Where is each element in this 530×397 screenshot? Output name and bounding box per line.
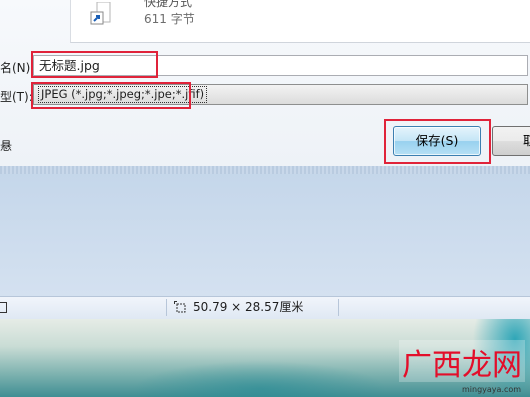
cursor-position-icon [0, 302, 7, 313]
image-size-text: 50.79 × 28.57厘米 [193, 300, 304, 314]
svg-text:广西龙网: 广西龙网 [402, 348, 522, 383]
filename-label: 名(N): [0, 61, 35, 75]
status-separator [166, 299, 167, 316]
watermark-url: mingyaya.com [462, 385, 522, 394]
cancel-button[interactable]: 取 [492, 126, 530, 156]
filetype-select[interactable]: JPEG (*.jpg;*.jpeg;*.jpe;*.jfif) [33, 84, 528, 105]
file-size: 611 字节 [144, 12, 195, 26]
filename-input[interactable]: 无标题.jpg [33, 55, 528, 76]
save-button[interactable]: 保存(S) [393, 126, 481, 156]
filetype-label: 型(T): [0, 90, 33, 104]
file-name[interactable]: 快捷方式 [144, 0, 192, 10]
image-size-icon [174, 301, 186, 313]
filetype-selected-value: JPEG (*.jpg;*.jpeg;*.jpe;*.jfif) [37, 86, 208, 103]
paint-workspace[interactable] [0, 166, 530, 296]
workspace-edge [0, 166, 530, 174]
watermark-logo: 广西龙网 [398, 339, 526, 386]
shortcut-file-icon[interactable] [89, 1, 111, 26]
status-bar: 50.79 × 28.57厘米 [0, 296, 530, 320]
hide-folders-toggle[interactable]: 悬 [0, 137, 12, 154]
file-list-pane[interactable]: 快捷方式 611 字节 [70, 0, 530, 43]
status-separator [338, 299, 339, 316]
save-as-dialog: 快捷方式 611 字节 名(N): 无标题.jpg 型(T): JPEG (*.… [0, 0, 530, 166]
